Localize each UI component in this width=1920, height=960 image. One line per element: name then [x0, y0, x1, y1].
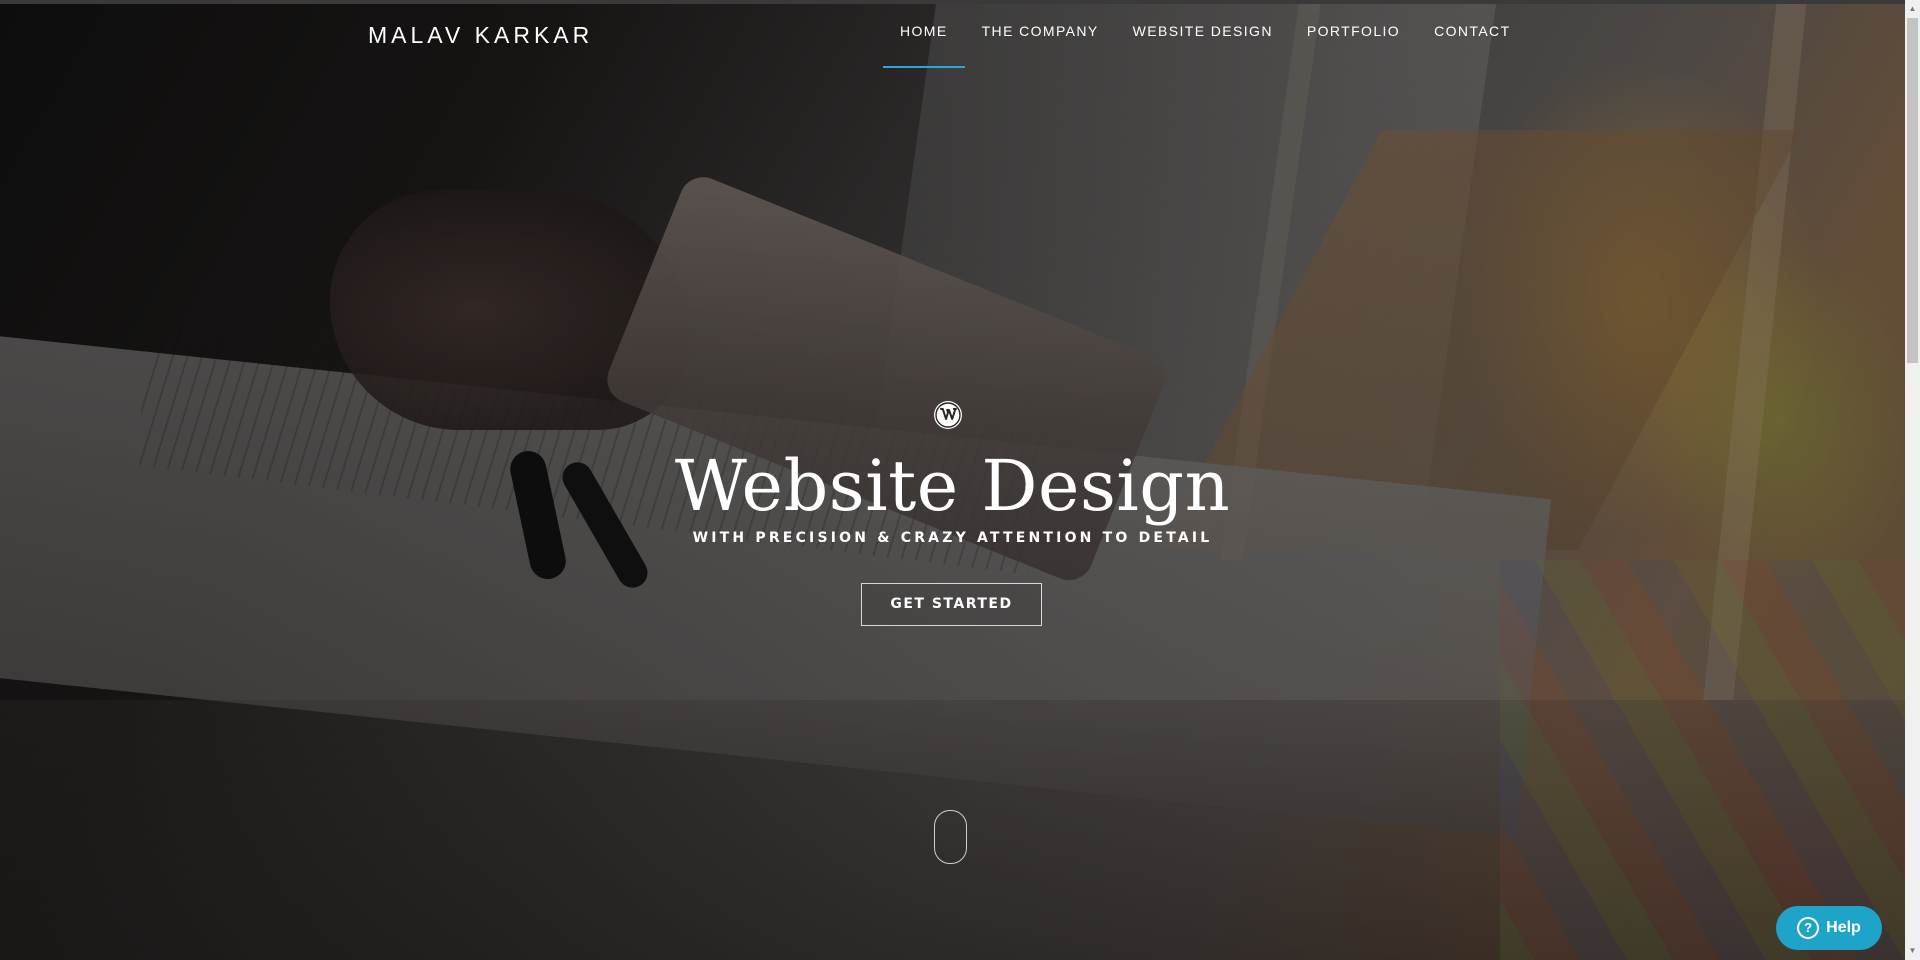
scroll-up-arrow-icon[interactable]: ▲: [1905, 2, 1920, 16]
mouse-scroll-icon[interactable]: [934, 810, 967, 864]
site-logo[interactable]: MALAV KARKAR: [368, 22, 593, 49]
nav-item-contact[interactable]: CONTACT: [1417, 4, 1527, 66]
scrollbar-thumb[interactable]: [1907, 18, 1918, 363]
hero-subtitle: WITH PRECISION & CRAZY ATTENTION TO DETA…: [692, 530, 1213, 546]
scroll-down-arrow-icon[interactable]: ▼: [1905, 944, 1920, 958]
hero-title: Website Design: [674, 445, 1231, 527]
nav-item-home[interactable]: HOME: [883, 4, 965, 68]
site-header: MALAV KARKAR HOME THE COMPANY WEBSITE DE…: [0, 4, 1905, 68]
nav-item-website-design[interactable]: WEBSITE DESIGN: [1116, 4, 1290, 66]
nav-item-the-company[interactable]: THE COMPANY: [965, 4, 1116, 66]
wordpress-icon: [934, 401, 962, 429]
page-viewport: MALAV KARKAR HOME THE COMPANY WEBSITE DE…: [0, 0, 1920, 960]
hero-section: Website Design WITH PRECISION & CRAZY AT…: [0, 0, 1905, 960]
main-navigation: HOME THE COMPANY WEBSITE DESIGN PORTFOLI…: [883, 4, 1528, 68]
nav-item-portfolio[interactable]: PORTFOLIO: [1290, 4, 1417, 66]
question-icon: ?: [1797, 917, 1820, 939]
page-scrollbar[interactable]: ▲ ▼: [1905, 0, 1920, 960]
get-started-button[interactable]: GET STARTED: [861, 583, 1042, 626]
browser-top-strip: [0, 0, 1905, 4]
help-label: Help: [1826, 919, 1861, 936]
help-button[interactable]: ? Help: [1776, 906, 1882, 950]
